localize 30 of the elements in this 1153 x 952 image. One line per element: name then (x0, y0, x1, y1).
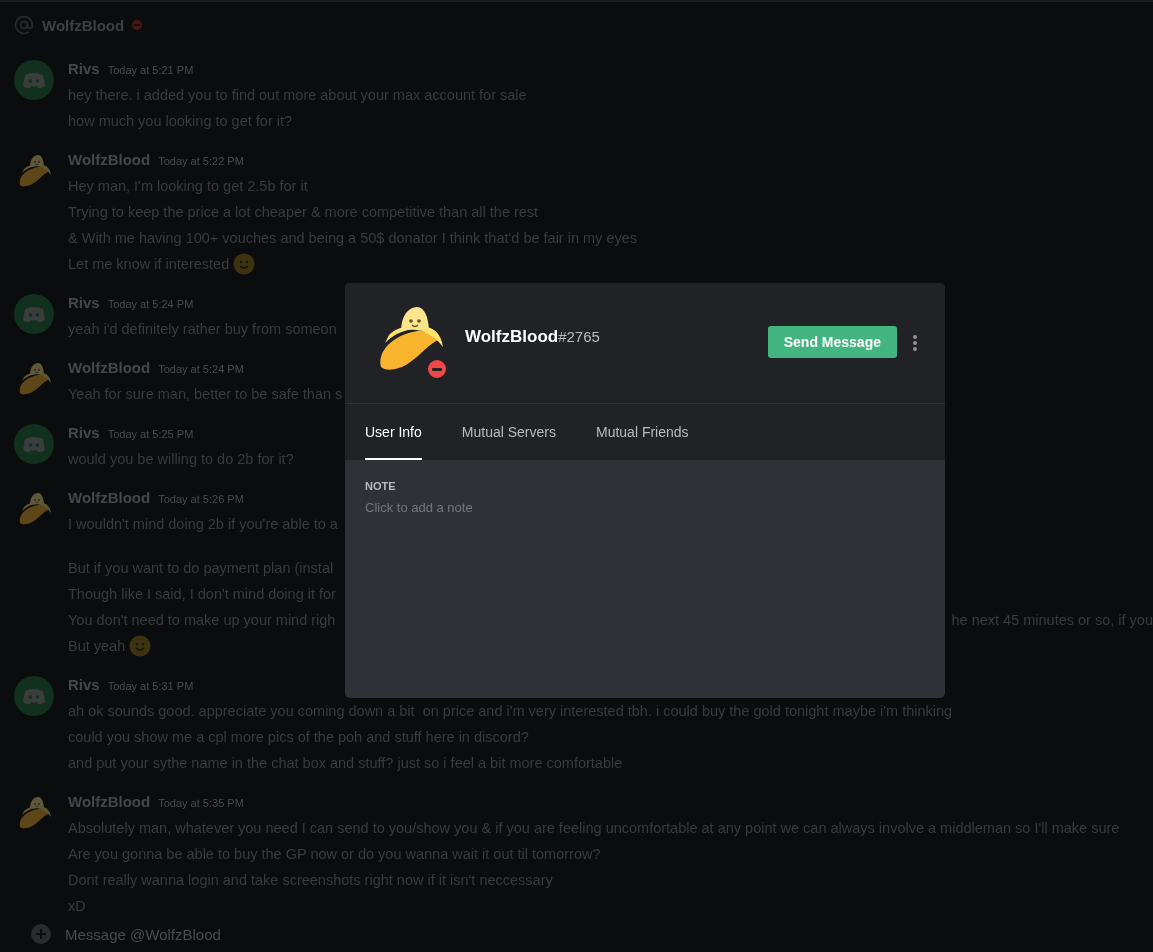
message-input[interactable]: Message @WolfzBlood (63, 924, 467, 944)
profile-tab[interactable]: Mutual Servers (461, 404, 556, 460)
controller-avatar-icon (14, 676, 54, 716)
message-timestamp: Today at 5:26 PM (158, 493, 244, 505)
message-timestamp: Today at 5:24 PM (107, 298, 194, 310)
author-name: Rivs (68, 424, 100, 441)
author-name: Rivs (68, 60, 100, 77)
message-timestamp: Today at 5:24 PM (158, 363, 244, 375)
message-timestamp: Today at 5:21 PM (107, 64, 194, 76)
message-timestamp: Today at 5:31 PM (107, 680, 194, 692)
author-name: WolfzBlood (68, 359, 151, 376)
controller-avatar-icon (14, 294, 54, 334)
message-timestamp: Today at 5:25 PM (107, 428, 194, 440)
at-sign-icon (14, 15, 34, 35)
note-heading: NOTE (365, 480, 397, 492)
kebab-menu-icon (913, 335, 917, 351)
message-timestamp: Today at 5:35 PM (158, 797, 244, 809)
profile-tab[interactable]: User Info (365, 404, 422, 460)
author-name: WolfzBlood (68, 793, 151, 810)
author-name: Rivs (68, 294, 100, 311)
author-name: WolfzBlood (68, 489, 151, 506)
profile-tab[interactable]: Mutual Friends (595, 404, 689, 460)
profile-username: WolfzBlood (465, 327, 559, 347)
controller-avatar-icon (14, 60, 54, 100)
message-timestamp: Today at 5:22 PM (158, 155, 244, 167)
controller-avatar-icon (14, 424, 54, 464)
note-input[interactable]: Click to add a note (365, 500, 925, 515)
author-name: Rivs (68, 676, 100, 693)
author-name: WolfzBlood (68, 151, 151, 168)
profile-discriminator: #2765 (558, 328, 600, 345)
